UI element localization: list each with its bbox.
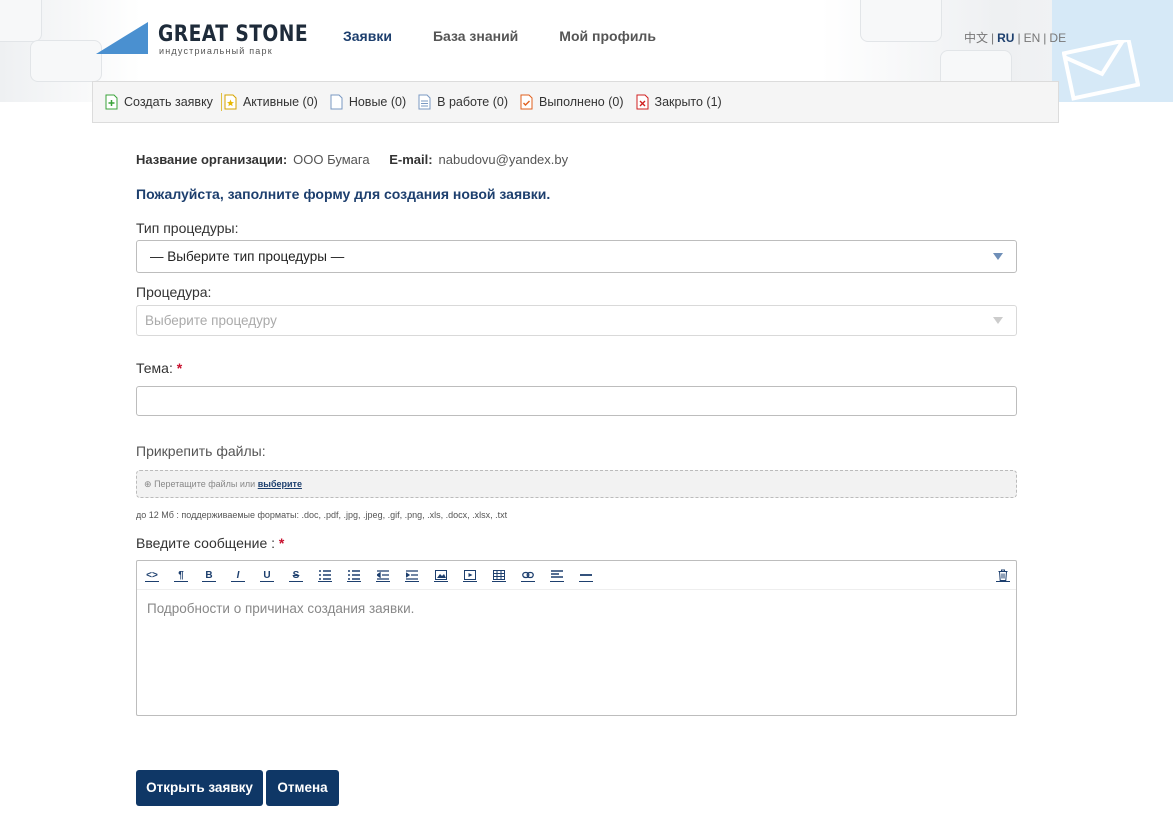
check-document-icon (520, 94, 533, 110)
toolbar-divider (220, 93, 222, 111)
organization-info: Название организации: ООО Бумага E-mail: n… (136, 152, 584, 167)
video-icon[interactable] (463, 569, 477, 582)
bold-icon[interactable]: B (202, 569, 216, 582)
file-format-hint: до 12 Мб : поддерживаемые форматы: .doc,… (136, 510, 508, 520)
strikethrough-icon[interactable]: S (289, 569, 303, 582)
cancel-button[interactable]: Отмена (266, 770, 339, 806)
text-document-icon (418, 94, 431, 110)
numbered-list-icon[interactable] (347, 569, 361, 582)
nav-my-profile[interactable]: Мой профиль (559, 28, 656, 44)
create-request-button[interactable]: Создать заявку (105, 94, 213, 110)
filter-in-work[interactable]: В работе (0) (418, 94, 508, 110)
language-switcher: 中文 | RU | EN | DE (964, 31, 1067, 45)
paragraph-icon[interactable]: ¶ (174, 569, 188, 582)
procedure-select[interactable]: Выберите процедуру (136, 305, 1017, 336)
indent-icon[interactable] (405, 569, 419, 582)
logo[interactable]: GREAT STONE индустриальный парк (96, 22, 308, 62)
required-mark: * (176, 360, 183, 376)
bullet-list-icon[interactable] (318, 569, 332, 582)
message-editor: <> ¶ B I U S Подробности о причинах созд… (136, 560, 1017, 716)
underline-icon[interactable]: U (260, 569, 274, 582)
procedure-label: Процедура: (136, 284, 212, 300)
open-request-button[interactable]: Открыть заявку (136, 770, 263, 806)
org-value: ООО Бумага (293, 152, 370, 167)
closed-document-icon (636, 94, 649, 110)
italic-icon[interactable]: I (231, 569, 245, 582)
main-nav: Заявки База знаний Мой профиль (343, 28, 697, 44)
dropdown-arrow-icon (993, 253, 1003, 260)
nav-requests[interactable]: Заявки (343, 28, 392, 44)
table-icon[interactable] (492, 569, 506, 582)
filter-active[interactable]: Активные (0) (224, 94, 318, 110)
logo-triangle-icon (96, 22, 148, 54)
editor-toolbar: <> ¶ B I U S (137, 561, 1016, 590)
trash-icon[interactable] (996, 569, 1010, 582)
outdent-icon[interactable] (376, 569, 390, 582)
lang-ru[interactable]: RU (997, 31, 1014, 45)
star-document-icon (224, 94, 237, 110)
logo-subtitle: индустриальный парк (159, 46, 273, 56)
nav-knowledge-base[interactable]: База знаний (433, 28, 518, 44)
message-textarea[interactable]: Подробности о причинах создания заявки. (137, 590, 1016, 627)
link-icon[interactable] (521, 569, 535, 582)
filter-new[interactable]: Новые (0) (330, 94, 406, 110)
attach-files-label: Прикрепить файлы: (136, 443, 266, 459)
filter-closed[interactable]: Закрыто (1) (636, 94, 722, 110)
email-label: E-mail: (389, 152, 433, 167)
lang-de[interactable]: DE (1049, 31, 1066, 45)
lang-zh[interactable]: 中文 (964, 31, 988, 45)
requests-toolbar: Создать заявку Активные (0) Новые (0) В … (92, 81, 1059, 123)
filter-done[interactable]: Выполнено (0) (520, 94, 624, 110)
form-intro: Пожалуйста, заполните форму для создания… (136, 186, 551, 202)
image-icon[interactable] (434, 569, 448, 582)
message-label: Введите сообщение : * (136, 535, 285, 551)
upload-icon: ⊕ (144, 479, 152, 489)
lang-en[interactable]: EN (1024, 31, 1041, 45)
align-icon[interactable] (550, 569, 564, 582)
subject-label: Тема: * (136, 360, 183, 376)
html-code-icon[interactable]: <> (145, 569, 159, 582)
horizontal-rule-icon[interactable] (579, 569, 593, 582)
subject-input[interactable] (136, 386, 1017, 416)
file-dropzone[interactable]: ⊕ Перетащите файлы или выберите (136, 470, 1017, 498)
envelope-icon (1062, 40, 1140, 101)
dropdown-arrow-icon (993, 317, 1003, 324)
org-label: Название организации: (136, 152, 288, 167)
logo-name: GREAT STONE (158, 22, 309, 47)
new-document-icon (105, 94, 118, 110)
choose-files-link[interactable]: выберите (258, 479, 302, 489)
required-mark: * (278, 535, 285, 551)
email-value: nabudovu@yandex.by (438, 152, 569, 167)
procedure-type-label: Тип процедуры: (136, 220, 239, 236)
procedure-type-select[interactable]: — Выберите тип процедуры — (136, 240, 1017, 273)
blank-document-icon (330, 94, 343, 110)
